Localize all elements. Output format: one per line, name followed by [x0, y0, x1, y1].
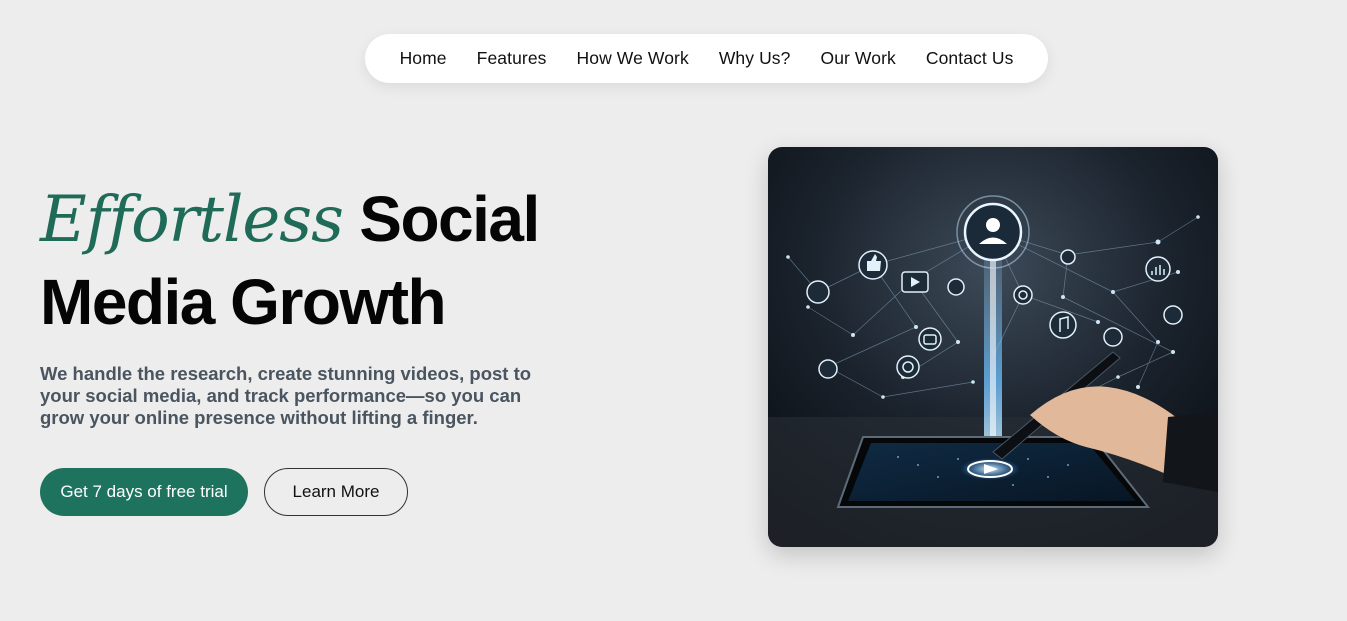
- thumbs-up-icon: [858, 250, 888, 280]
- hero-description: We handle the research, create stunning …: [40, 363, 532, 428]
- hero-title: Effortless Social Media Growth: [40, 178, 600, 343]
- play-icon: [901, 271, 929, 293]
- globe-icon: [1013, 285, 1033, 305]
- chart-icon: [1145, 256, 1171, 282]
- free-trial-button[interactable]: Get 7 days of free trial: [40, 468, 248, 516]
- hero-title-word: Social: [359, 183, 540, 255]
- camera-icon: [918, 327, 942, 351]
- landing-page: Home Features How We Work Why Us? Our Wo…: [0, 0, 1347, 621]
- nav-contact-us[interactable]: Contact Us: [926, 48, 1014, 69]
- learn-more-button[interactable]: Learn More: [264, 468, 408, 516]
- music-note-icon: [1049, 311, 1077, 339]
- hero-illustration: [768, 147, 1218, 547]
- chat-icon: [896, 355, 920, 379]
- user-icon: [956, 195, 1030, 269]
- hero-title-accent: Effortless: [40, 183, 344, 257]
- nav-our-work[interactable]: Our Work: [821, 48, 896, 69]
- hero-title-line2: Media Growth: [40, 266, 447, 338]
- nav-features[interactable]: Features: [477, 48, 547, 69]
- nav-why-us[interactable]: Why Us?: [719, 48, 791, 69]
- nav-how-we-work[interactable]: How We Work: [577, 48, 689, 69]
- nav-home[interactable]: Home: [400, 48, 447, 69]
- top-navigation: Home Features How We Work Why Us? Our Wo…: [365, 34, 1048, 83]
